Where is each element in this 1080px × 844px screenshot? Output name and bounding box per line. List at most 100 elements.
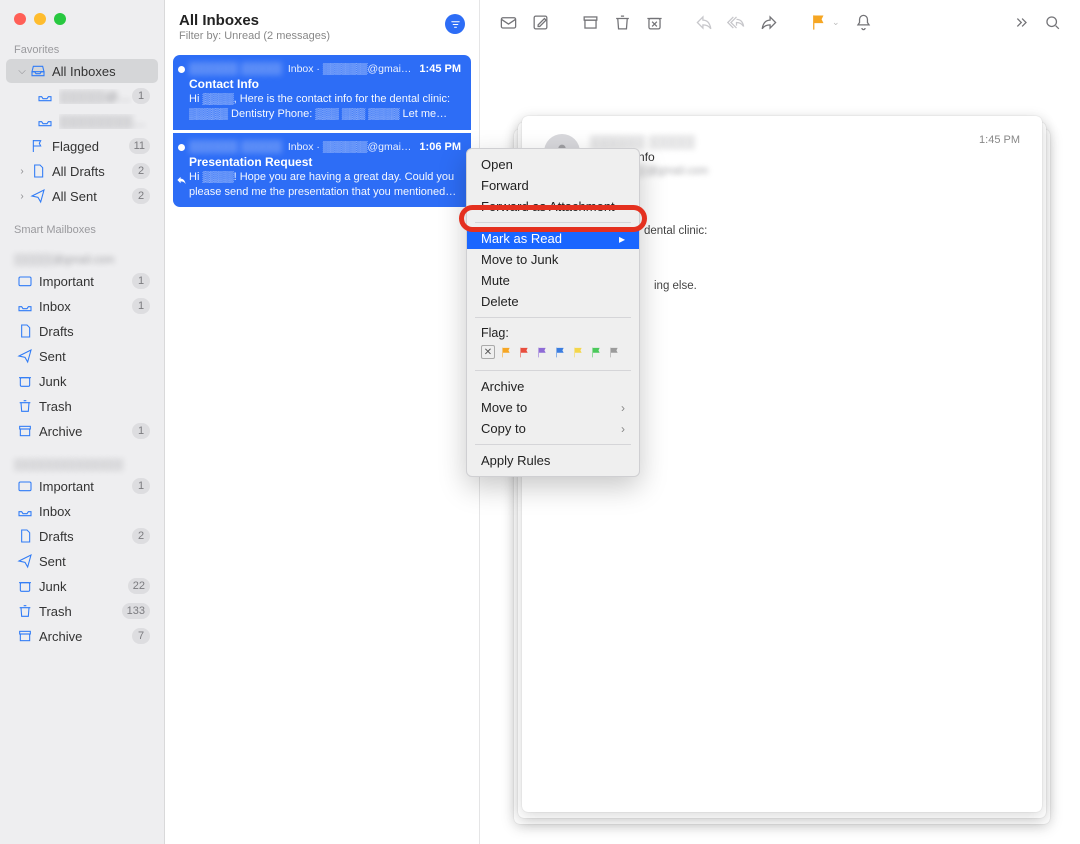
sidebar-item-label: Important: [39, 274, 132, 289]
sidebar-item-inbox-2[interactable]: Inbox: [6, 499, 158, 523]
sidebar-item-sent[interactable]: Sent: [6, 344, 158, 368]
flag-color-red[interactable]: [518, 346, 531, 359]
menu-item-copy-to[interactable]: Copy to›: [467, 418, 639, 439]
sidebar-item-label: ▒▒▒▒▒@g…: [59, 89, 132, 104]
to-line: To: ▒▒▒▒▒@gmail.com: [590, 165, 979, 177]
sidebar-section-smart: Smart Mailboxes: [0, 219, 164, 239]
sidebar-item-sent-2[interactable]: Sent: [6, 549, 158, 573]
menu-item-forward-attachment[interactable]: Forward as Attachment: [467, 196, 639, 217]
archive-button[interactable]: [576, 9, 604, 35]
count-badge: 133: [122, 603, 150, 619]
message-preview: Hi ▒▒▒▒! Hope you are having a great day…: [189, 170, 461, 200]
count-badge: 1: [132, 423, 150, 439]
sidebar-item-trash-2[interactable]: Trash 133: [6, 599, 158, 623]
unread-dot-icon: [178, 66, 185, 73]
message-list-pane: All Inboxes Filter by: Unread (2 message…: [165, 0, 480, 844]
forward-button[interactable]: [754, 9, 782, 35]
sidebar-section-account2[interactable]: ▒▒▒▒▒▒▒▒▒▒▒▒▒▒: [0, 454, 164, 474]
paperplane-icon: [16, 553, 34, 569]
sidebar-item-trash[interactable]: Trash: [6, 394, 158, 418]
sidebar-section-account1[interactable]: ▒▒▒▒▒@gmail.com: [0, 249, 164, 269]
chevron-right-icon[interactable]: ›: [16, 166, 28, 177]
menu-item-mute[interactable]: Mute: [467, 270, 639, 291]
count-badge: 2: [132, 188, 150, 204]
message-sender: ▒▒▒▒▒▒ ▒▒▒▒▒: [189, 141, 282, 153]
sidebar-item-inbox-acct1[interactable]: ▒▒▒▒▒@g… 1: [6, 84, 158, 108]
menu-item-apply-rules[interactable]: Apply Rules: [467, 450, 639, 471]
context-menu[interactable]: Open Forward Forward as Attachment Mark …: [466, 148, 640, 477]
count-badge: 2: [132, 528, 150, 544]
menu-item-forward[interactable]: Forward: [467, 175, 639, 196]
flag-color-orange[interactable]: [500, 346, 513, 359]
flag-button[interactable]: [804, 9, 832, 35]
sidebar-item-archive-2[interactable]: Archive 7: [6, 624, 158, 648]
sidebar-item-inbox[interactable]: Inbox 1: [6, 294, 158, 318]
sidebar-item-drafts[interactable]: Drafts: [6, 319, 158, 343]
filter-icon: [450, 19, 461, 30]
message-mailbox: Inbox · ▒▒▒▒▒▒@gmail.com: [282, 63, 412, 75]
flag-clear-button[interactable]: ✕: [481, 345, 495, 359]
sidebar-item-drafts-2[interactable]: Drafts 2: [6, 524, 158, 548]
flag-menu-caret-icon[interactable]: ⌄: [832, 17, 840, 28]
list-filter-sub[interactable]: Filter by: Unread (2 messages): [179, 30, 445, 42]
toolbar: ⌄: [480, 0, 1080, 44]
flag-icon: [29, 138, 47, 154]
minimize-window-icon[interactable]: [34, 13, 46, 25]
tray-icon: [36, 88, 54, 104]
window-controls[interactable]: [0, 6, 164, 39]
reply-all-button[interactable]: [722, 9, 750, 35]
sidebar-item-all-sent[interactable]: › All Sent 2: [6, 184, 158, 208]
sidebar-item-all-inboxes[interactable]: ⌵ All Inboxes: [6, 59, 158, 83]
chevron-right-icon[interactable]: ›: [16, 191, 28, 202]
sidebar-item-flagged[interactable]: Flagged 11: [6, 134, 158, 158]
flag-color-purple[interactable]: [536, 346, 549, 359]
sidebar-item-label: Junk: [39, 374, 150, 389]
menu-item-archive[interactable]: Archive: [467, 376, 639, 397]
sidebar-item-important-2[interactable]: Important 1: [6, 474, 158, 498]
compose-button[interactable]: [526, 9, 554, 35]
close-window-icon[interactable]: [14, 13, 26, 25]
menu-item-move-to[interactable]: Move to›: [467, 397, 639, 418]
menu-item-delete[interactable]: Delete: [467, 291, 639, 312]
flag-color-green[interactable]: [590, 346, 603, 359]
fullscreen-window-icon[interactable]: [54, 13, 66, 25]
sidebar-item-archive[interactable]: Archive 1: [6, 419, 158, 443]
sidebar-item-junk-2[interactable]: Junk 22: [6, 574, 158, 598]
sidebar-item-junk[interactable]: Junk: [6, 369, 158, 393]
sidebar-item-label: Drafts: [39, 324, 150, 339]
message-time: 1:45 PM: [979, 134, 1020, 146]
sidebar-item-important[interactable]: Important 1: [6, 269, 158, 293]
count-badge: 22: [128, 578, 150, 594]
chevron-down-icon[interactable]: ⌵: [16, 66, 28, 77]
flag-color-gray[interactable]: [608, 346, 621, 359]
mute-button[interactable]: [850, 9, 878, 35]
document-icon: [29, 163, 47, 179]
sidebar-section-favorites: Favorites: [0, 39, 164, 59]
tray-icon: [16, 298, 34, 314]
flag-color-yellow[interactable]: [572, 346, 585, 359]
count-badge: 1: [132, 478, 150, 494]
menu-item-open[interactable]: Open: [467, 154, 639, 175]
sidebar-item-all-drafts[interactable]: › All Drafts 2: [6, 159, 158, 183]
message-item[interactable]: ▒▒▒▒▒▒ ▒▒▒▒▒ Inbox · ▒▒▒▒▒▒@gmail.com 1:…: [173, 133, 471, 208]
paperplane-icon: [29, 188, 47, 204]
reply-button[interactable]: [690, 9, 718, 35]
search-button[interactable]: [1038, 9, 1066, 35]
get-mail-button[interactable]: [494, 9, 522, 35]
sidebar-item-inbox-acct2[interactable]: ▒▒▒▒▒▒▒▒▒▒▒▒▒: [6, 109, 158, 133]
menu-item-move-to-junk[interactable]: Move to Junk: [467, 249, 639, 270]
sidebar-item-label: Drafts: [39, 529, 132, 544]
submenu-arrow-icon: ›: [621, 422, 625, 436]
overflow-button[interactable]: [1006, 9, 1034, 35]
filter-button[interactable]: [445, 14, 465, 34]
sidebar-item-label: All Sent: [52, 189, 132, 204]
flag-color-blue[interactable]: [554, 346, 567, 359]
archive-icon: [16, 423, 34, 439]
sidebar-item-label: All Drafts: [52, 164, 132, 179]
count-badge: 11: [129, 138, 150, 154]
menu-item-mark-as-read[interactable]: Mark as Read▸: [467, 228, 639, 249]
message-item[interactable]: ▒▒▒▒▒▒ ▒▒▒▒▒ Inbox · ▒▒▒▒▒▒@gmail.com 1:…: [173, 55, 471, 130]
tray-icon: [36, 113, 54, 129]
trash-button[interactable]: [608, 9, 636, 35]
junk-button[interactable]: [640, 9, 668, 35]
